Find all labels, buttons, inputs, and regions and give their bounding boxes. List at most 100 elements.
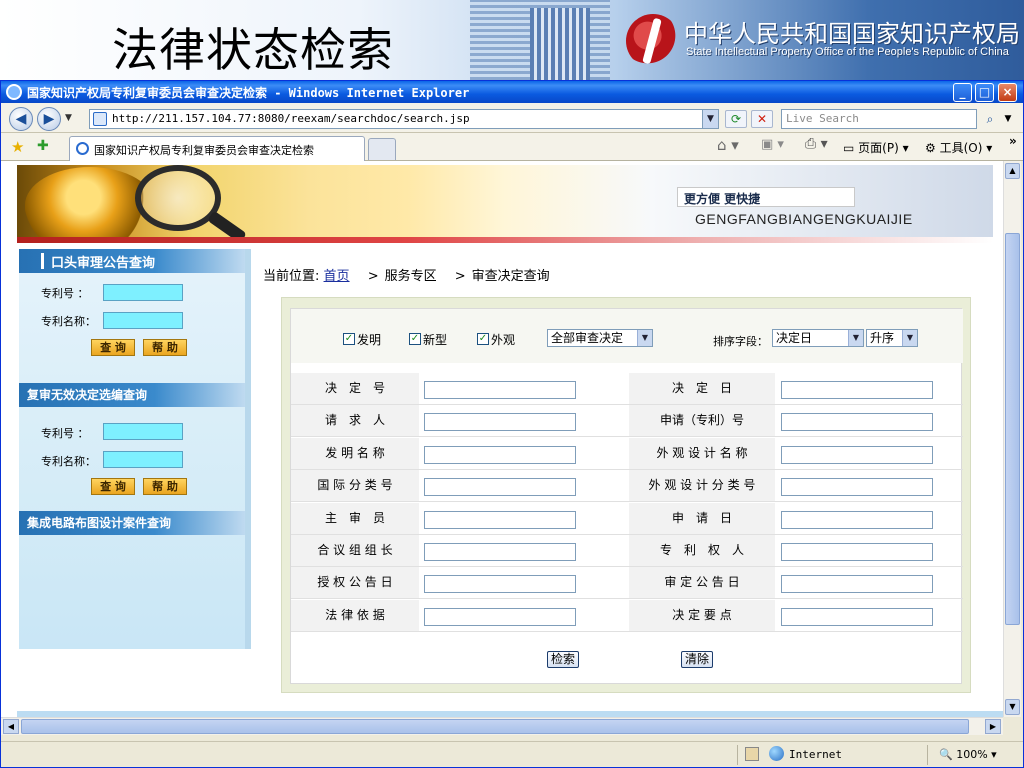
- clear-button[interactable]: 清除: [681, 651, 714, 668]
- sidebar-section-ic-layout[interactable]: 集成电路布图设计案件查询: [19, 511, 245, 535]
- oral-help-button[interactable]: 帮 助: [143, 339, 187, 356]
- oral-query-button[interactable]: 查 询: [91, 339, 135, 356]
- checkbox-utility[interactable]: ✓: [409, 333, 421, 345]
- back-button[interactable]: ◀: [9, 107, 33, 131]
- form-row: 决 定 号决 定 日: [291, 373, 963, 405]
- breadcrumb-prefix: 当前位置:: [263, 269, 320, 284]
- ie-icon: [6, 84, 22, 100]
- decision-help-button[interactable]: 帮 助: [143, 478, 187, 495]
- field-label: 请 求 人: [291, 405, 419, 437]
- tab-active[interactable]: 国家知识产权局专利复审委员会审查决定检索: [69, 136, 365, 161]
- history-dropdown-icon[interactable]: ▼: [65, 113, 72, 123]
- field-label: 审 定 公 告 日: [629, 567, 775, 599]
- checkbox-invention[interactable]: ✓: [343, 333, 355, 345]
- field-input-left-5[interactable]: [424, 543, 576, 561]
- search-button[interactable]: 检索: [547, 651, 580, 668]
- field-input-right-6[interactable]: [781, 575, 933, 594]
- refresh-button[interactable]: ⟳: [725, 110, 747, 128]
- field-input-left-3[interactable]: [424, 478, 576, 497]
- oral-patent-name-input[interactable]: [103, 312, 183, 329]
- sort-order-value: 升序: [870, 331, 895, 345]
- search-input[interactable]: Live Search: [781, 109, 977, 129]
- field-input-left-7[interactable]: [424, 607, 576, 626]
- search-form: ✓ 发明 ✓ 新型 ✓ 外观 全部审查决定 ▼ 排序字段： 决定日 ▼ 升序 ▼ 决 …: [290, 308, 963, 684]
- scroll-thumb[interactable]: [1005, 233, 1020, 625]
- tools-menu[interactable]: ⚙ 工具(O) ▾: [925, 139, 992, 156]
- scroll-right-icon[interactable]: ▶: [985, 719, 1001, 734]
- oral-patent-no-input[interactable]: [103, 284, 183, 301]
- field-input-left-1[interactable]: [424, 413, 576, 432]
- favorites-star-icon[interactable]: ★: [11, 138, 24, 156]
- sidebar: 口头审理公告查询 专利号 ： 专利名称： 查 询 帮 助 复审无效决定选编查询 …: [19, 249, 245, 649]
- forward-button[interactable]: ▶: [37, 107, 61, 131]
- form-row: 发 明 名 称外 观 设 计 名 称: [291, 437, 963, 470]
- field-input-left-2[interactable]: [424, 445, 576, 464]
- field-label: 发 明 名 称: [291, 437, 419, 469]
- field-label: 国 际 分 类 号: [291, 470, 419, 502]
- field-input-left-6[interactable]: [424, 575, 576, 594]
- field-input-right-4[interactable]: [781, 510, 933, 529]
- sort-order-select[interactable]: 升序 ▼: [866, 329, 918, 347]
- sort-field-label: 排序字段：: [713, 335, 768, 348]
- org-name-cn: 中华人民共和国国家知识产权局: [684, 20, 1020, 48]
- ie-page-icon: [76, 142, 89, 155]
- decision-patent-no-input[interactable]: [103, 423, 183, 440]
- chevron-more-icon[interactable]: »: [1009, 134, 1017, 148]
- address-dropdown-icon[interactable]: ▼: [702, 110, 718, 128]
- scroll-up-icon[interactable]: ▲: [1005, 163, 1020, 179]
- vertical-scrollbar[interactable]: ▲ ▼: [1003, 161, 1021, 717]
- field-input-right-2[interactable]: [781, 445, 933, 464]
- title-bar[interactable]: 国家知识产权局专利复审委员会审查决定检索 - Windows Internet …: [1, 81, 1023, 103]
- field-input-right-5[interactable]: [781, 543, 933, 561]
- patent-name-label: 专利名称：: [41, 455, 96, 468]
- field-input-right-3[interactable]: [781, 478, 933, 497]
- breadcrumb-home-link[interactable]: 首页: [324, 269, 350, 284]
- section-title: 集成电路布图设计案件查询: [27, 516, 172, 530]
- patent-no-label: 专利号 ：: [41, 287, 89, 300]
- stop-button[interactable]: ✕: [751, 110, 773, 128]
- field-input-left-0[interactable]: [424, 381, 576, 399]
- status-bar: Internet 🔍 100% ▾: [1, 741, 1023, 767]
- sipo-logo: [626, 14, 680, 68]
- security-icon: [745, 747, 759, 761]
- horizontal-scrollbar[interactable]: ◀ ▶: [1, 717, 1003, 735]
- field-input-right-7[interactable]: [781, 607, 933, 626]
- banner-stripe: [17, 237, 993, 243]
- print-icon[interactable]: ⎙ ▾: [805, 136, 828, 152]
- sort-field-select[interactable]: 决定日 ▼: [772, 329, 864, 347]
- form-row: 法 律 依 据决 定 要 点: [291, 599, 963, 632]
- search-icon[interactable]: ⌕: [981, 109, 999, 129]
- breadcrumb: 当前位置: 首页 > 服务专区 > 审查决定查询: [263, 265, 550, 284]
- field-input-left-4[interactable]: [424, 510, 576, 529]
- breadcrumb-separator: >: [454, 269, 466, 284]
- sidebar-section-oral-hearing[interactable]: 口头审理公告查询: [19, 249, 245, 273]
- minimize-button[interactable]: _: [953, 83, 972, 102]
- page-icon: [93, 112, 107, 126]
- address-field[interactable]: http://211.157.104.77:8080/reexam/search…: [89, 109, 719, 129]
- address-url[interactable]: http://211.157.104.77:8080/reexam/search…: [112, 112, 470, 125]
- scroll-down-icon[interactable]: ▼: [1005, 699, 1020, 715]
- new-tab-button[interactable]: [368, 138, 396, 160]
- field-input-right-1[interactable]: [781, 413, 933, 432]
- close-button[interactable]: ×: [998, 83, 1017, 102]
- page-menu[interactable]: ▭ 页面(P) ▾: [843, 139, 909, 156]
- zoom-control[interactable]: 🔍 100% ▾: [939, 748, 997, 761]
- field-label: 申请（专利）号: [629, 405, 775, 437]
- add-favorite-icon[interactable]: ✚: [37, 138, 49, 154]
- field-input-right-0[interactable]: [781, 381, 933, 399]
- decision-patent-name-input[interactable]: [103, 451, 183, 468]
- search-dropdown-icon[interactable]: ▼: [1001, 109, 1015, 129]
- sort-field-value: 决定日: [776, 331, 813, 345]
- scroll-thumb-horizontal[interactable]: [21, 719, 969, 734]
- decision-type-select[interactable]: 全部审查决定 ▼: [547, 329, 653, 347]
- decision-query-button[interactable]: 查 询: [91, 478, 135, 495]
- feed-icon[interactable]: ▣ ▾: [761, 137, 784, 152]
- scroll-left-icon[interactable]: ◀: [3, 719, 19, 734]
- home-icon[interactable]: ⌂ ▾: [717, 136, 739, 154]
- maximize-button[interactable]: □: [975, 83, 994, 102]
- decision-type-value: 全部审查决定: [551, 331, 624, 345]
- checkbox-design[interactable]: ✓: [477, 333, 489, 345]
- sidebar-section-decisions[interactable]: 复审无效决定选编查询: [19, 383, 245, 407]
- banner-slogan: 更方便 更快捷: [677, 187, 855, 207]
- form-row: 主 审 员申 请 日: [291, 502, 963, 535]
